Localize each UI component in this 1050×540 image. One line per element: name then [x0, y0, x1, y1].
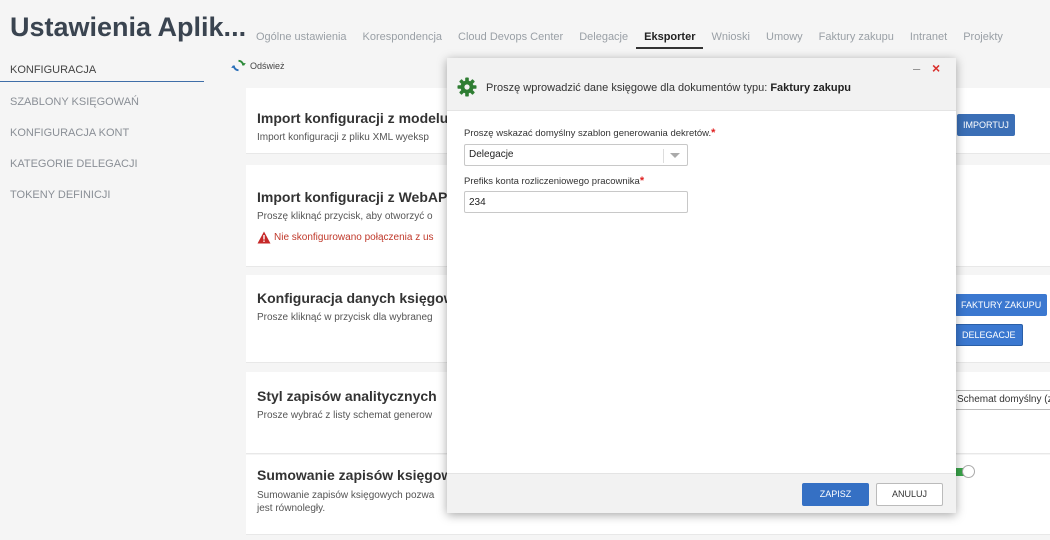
tab-projects[interactable]: Projekty: [955, 31, 1011, 49]
delegations-button[interactable]: DELEGACJE: [955, 324, 1023, 346]
dialog-header: Proszę wprowadzić dane księgowe dla doku…: [447, 58, 956, 111]
card-description-cont: jest równoległy.: [257, 503, 326, 514]
toggle-knob: [962, 465, 975, 478]
tab-correspondence[interactable]: Korespondencja: [355, 31, 451, 49]
prefix-field-label: Prefiks konta rozliczeniowego pracownika…: [464, 175, 644, 187]
analytic-schema-select[interactable]: Schemat domyślny (z: [954, 390, 1050, 410]
dialog-title: Proszę wprowadzić dane księgowe dla doku…: [486, 82, 851, 94]
template-select[interactable]: Delegacje: [464, 144, 688, 166]
card-title: Sumowanie zapisów księgowy: [257, 467, 461, 483]
tab-requests[interactable]: Wnioski: [703, 31, 758, 49]
gear-icon: [457, 77, 477, 97]
sidebar-item-accounts[interactable]: KONFIGURACJA KONT: [0, 120, 232, 151]
select-divider: [663, 149, 664, 163]
connection-warning: Nie skonfigurowano połączenia z us: [257, 231, 434, 244]
sidebar: KONFIGURACJA SZABLONY KSIĘGOWAŃ KONFIGUR…: [0, 58, 232, 213]
app-title: Ustawienia Aplik...: [10, 12, 247, 42]
dialog-footer: ZAPISZ ANULUJ: [447, 473, 956, 513]
card-description: Import konfiguracji z pliku XML wyeksp: [257, 132, 429, 143]
prefix-label-text: Prefiks konta rozliczeniowego pracownika: [464, 176, 640, 187]
sidebar-item-delegation-categories[interactable]: KATEGORIE DELEGACJI: [0, 151, 232, 182]
tab-intranet[interactable]: Intranet: [902, 31, 955, 49]
tab-contracts[interactable]: Umowy: [758, 31, 811, 49]
card-description: Proszę kliknąć przycisk, aby otworzyć o: [257, 211, 433, 222]
account-prefix-input[interactable]: [464, 191, 688, 213]
card-title: Import konfiguracji z modelu k: [257, 110, 461, 126]
cancel-button[interactable]: ANULUJ: [876, 483, 943, 506]
required-mark: *: [711, 127, 716, 139]
template-select-value: Delegacje: [469, 149, 514, 160]
save-button[interactable]: ZAPISZ: [802, 483, 869, 506]
dialog-title-doc-type: Faktury zakupu: [770, 82, 852, 94]
dialog-title-prefix: Proszę wprowadzić dane księgowe dla doku…: [486, 82, 771, 94]
card-title: Styl zapisów analitycznych: [257, 388, 437, 404]
sidebar-item-templates[interactable]: SZABLONY KSIĘGOWAŃ: [0, 89, 232, 120]
chevron-down-icon[interactable]: [670, 153, 680, 158]
card-description: Prosze wybrać z listy schemat generow: [257, 410, 433, 421]
refresh-label: Odśwież: [250, 60, 285, 71]
accounting-data-dialog: Proszę wprowadzić dane księgowe dla doku…: [447, 58, 956, 513]
summing-toggle[interactable]: [956, 465, 975, 479]
tab-general[interactable]: Ogólne ustawienia: [248, 31, 355, 49]
template-field-label: Proszę wskazać domyślny szablon generowa…: [464, 127, 715, 139]
card-title: Konfiguracja danych księgowy: [257, 290, 463, 306]
warning-icon: [257, 231, 271, 244]
refresh-button[interactable]: Odśwież: [231, 58, 285, 73]
purchase-invoices-button[interactable]: FAKTURY ZAKUPU: [955, 294, 1048, 316]
sidebar-item-configuration[interactable]: KONFIGURACJA: [0, 58, 204, 82]
tab-cloud-devops[interactable]: Cloud Devops Center: [450, 31, 571, 49]
tab-purchase-invoices[interactable]: Faktury zakupu: [811, 31, 902, 49]
close-button[interactable]: ×: [932, 60, 940, 76]
top-tabs: Ogólne ustawienia Korespondencja Cloud D…: [248, 31, 1011, 49]
tab-delegations[interactable]: Delegacje: [571, 31, 636, 49]
warning-text: Nie skonfigurowano połączenia z us: [274, 232, 434, 243]
refresh-icon: [231, 59, 246, 72]
template-label-text: Proszę wskazać domyślny szablon generowa…: [464, 128, 712, 139]
import-button[interactable]: IMPORTUJ: [957, 114, 1015, 136]
tab-exporter[interactable]: Eksporter: [636, 31, 704, 49]
card-title: Import konfiguracji z WebAPI: [257, 189, 452, 205]
minimize-button[interactable]: –: [913, 61, 920, 76]
required-mark: *: [639, 175, 645, 187]
sidebar-item-definition-tokens[interactable]: TOKENY DEFINICJI: [0, 182, 232, 213]
card-description: Prosze kliknąć w przycisk dla wybraneg: [257, 312, 433, 323]
card-description: Sumowanie zapisów księgowych pozwa: [257, 490, 435, 501]
